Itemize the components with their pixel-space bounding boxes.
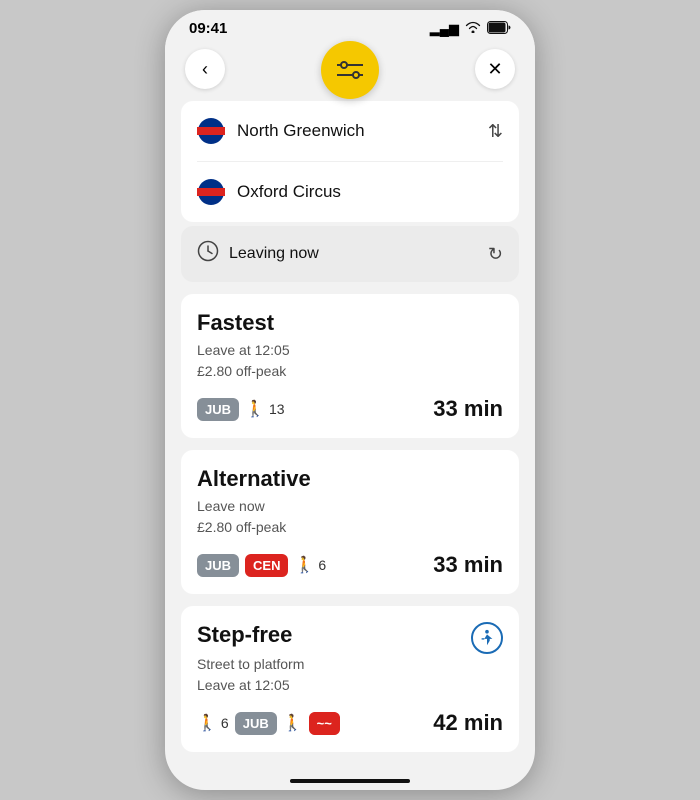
refresh-icon[interactable]: ↻ — [488, 244, 503, 265]
to-station-row[interactable]: Oxford Circus — [197, 162, 503, 222]
jub-tag-sf: JUB — [235, 712, 277, 735]
from-station-name: North Greenwich — [237, 121, 365, 141]
stepfree-walk-prefix: 🚶 6 — [197, 713, 229, 733]
clock-icon — [197, 240, 219, 268]
alternative-journey-card[interactable]: Alternative Leave now £2.80 off-peak JUB… — [181, 450, 519, 594]
time-selector[interactable]: Leaving now ↻ — [181, 226, 519, 282]
stepfree-journey-card[interactable]: Step-free Street to platform Leave at 12… — [181, 606, 519, 752]
alternative-duration: 33 min — [433, 552, 503, 578]
home-indicator — [290, 779, 410, 783]
stepfree-tags: 🚶 6 JUB 🚶 ~~ — [197, 712, 340, 735]
time-left: Leaving now — [197, 240, 319, 268]
fastest-title: Fastest — [197, 310, 503, 336]
fastest-journey-card[interactable]: Fastest Leave at 12:05 £2.80 off-peak JU… — [181, 294, 519, 438]
time-label: Leaving now — [229, 245, 319, 263]
top-nav: ‹ ✕ — [165, 41, 535, 101]
alternative-walk: 🚶 6 — [294, 555, 326, 575]
filter-icon — [337, 59, 363, 81]
alternative-title: Alternative — [197, 466, 503, 492]
walk-icon-fastest: 🚶 — [245, 399, 265, 419]
status-time: 09:41 — [189, 20, 227, 37]
alternative-line2: £2.80 off-peak — [197, 519, 286, 535]
station-selector-card: North Greenwich ⇅ Oxford Circus — [181, 101, 519, 222]
from-station-left: North Greenwich — [197, 117, 365, 145]
jub-tag-fastest: JUB — [197, 398, 239, 421]
alternative-line1: Leave now — [197, 498, 265, 514]
stepfree-subtitle: Street to platform Leave at 12:05 — [197, 654, 503, 696]
stepfree-walk-mid: 🚶 — [283, 713, 303, 733]
fastest-footer: JUB 🚶 13 33 min — [197, 396, 503, 422]
close-button[interactable]: ✕ — [475, 49, 515, 89]
stepfree-line2: Leave at 12:05 — [197, 677, 290, 693]
walk-icon-sf: 🚶 — [283, 713, 303, 733]
wifi-icon — [465, 21, 481, 36]
content-area: North Greenwich ⇅ Oxford Circus — [165, 101, 535, 771]
back-icon: ‹ — [202, 59, 208, 80]
alternative-subtitle: Leave now £2.80 off-peak — [197, 496, 503, 538]
from-station-row[interactable]: North Greenwich ⇅ — [197, 101, 503, 162]
stepfree-footer: 🚶 6 JUB 🚶 ~~ 42 min — [197, 710, 503, 736]
fastest-walk: 🚶 13 — [245, 399, 285, 419]
close-icon: ✕ — [487, 59, 502, 80]
fastest-line1: Leave at 12:05 — [197, 342, 290, 358]
fastest-line2: £2.80 off-peak — [197, 363, 286, 379]
stepfree-duration: 42 min — [433, 710, 503, 736]
tube-logo-from — [197, 117, 225, 145]
battery-icon — [487, 21, 511, 37]
status-bar: 09:41 ▂▄▆ — [165, 10, 535, 41]
fastest-walk-count: 13 — [269, 401, 285, 417]
alternative-tags: JUB CEN 🚶 6 — [197, 554, 326, 577]
to-station-left: Oxford Circus — [197, 178, 341, 206]
stepfree-walk-pre-count: 6 — [221, 715, 229, 731]
jub-tag-alt: JUB — [197, 554, 239, 577]
alternative-footer: JUB CEN 🚶 6 33 min — [197, 552, 503, 578]
status-icons: ▂▄▆ — [430, 21, 511, 37]
phone-frame: 09:41 ▂▄▆ ‹ — [165, 10, 535, 790]
stepfree-line1: Street to platform — [197, 656, 304, 672]
walk-icon-sf-pre: 🚶 — [197, 713, 217, 733]
cen-tag-alt: CEN — [245, 554, 288, 577]
fastest-duration: 33 min — [433, 396, 503, 422]
alternative-walk-count: 6 — [318, 557, 326, 573]
stepfree-title: Step-free — [197, 622, 292, 648]
fastest-tags: JUB 🚶 13 — [197, 398, 285, 421]
signal-icon: ▂▄▆ — [430, 21, 459, 37]
back-button[interactable]: ‹ — [185, 49, 225, 89]
tube-logo-to — [197, 178, 225, 206]
fastest-subtitle: Leave at 12:05 £2.80 off-peak — [197, 340, 503, 382]
filter-button[interactable] — [321, 41, 379, 99]
accessibility-icon — [471, 622, 503, 654]
to-station-name: Oxford Circus — [237, 182, 341, 202]
cen-tag-sf: ~~ — [309, 712, 340, 735]
walk-icon-alt: 🚶 — [294, 555, 314, 575]
swap-button[interactable]: ⇅ — [488, 121, 503, 142]
stepfree-header: Step-free — [197, 622, 503, 654]
